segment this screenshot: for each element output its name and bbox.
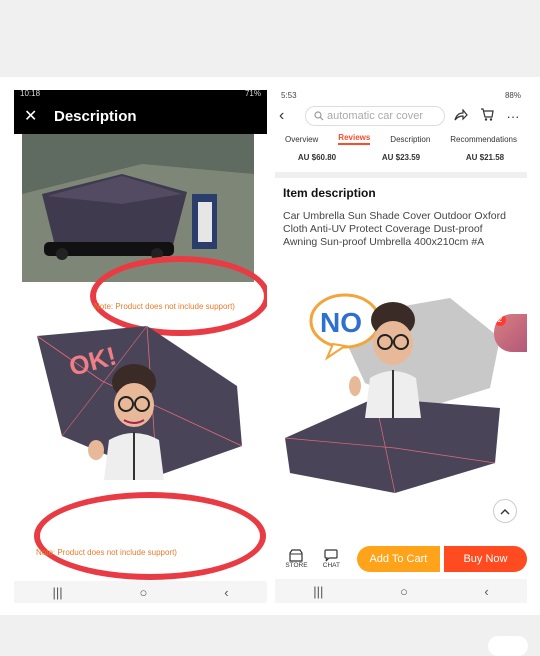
- tab-reviews[interactable]: Reviews: [338, 133, 371, 145]
- description-header: ✕ Description: [14, 98, 267, 134]
- highlight-circle-bottom: [34, 492, 266, 580]
- tab-recommendations[interactable]: Recommendations: [450, 135, 517, 144]
- status-battery: 71%: [244, 90, 261, 98]
- memoji-avatar-icon: [88, 364, 164, 480]
- search-toolbar: ‹ automatic car cover ···: [275, 102, 527, 130]
- status-battery: 88%: [504, 91, 521, 100]
- android-nav-bar: ||| ○ ‹: [14, 581, 267, 603]
- status-time: 10:18: [20, 90, 41, 98]
- recents-nav-icon[interactable]: |||: [313, 584, 323, 599]
- add-to-cart-button[interactable]: Add To Cart: [356, 546, 440, 572]
- home-nav-icon[interactable]: ○: [139, 585, 147, 600]
- umbrella-product-image: NO: [284, 293, 500, 494]
- search-input[interactable]: automatic car cover: [305, 106, 445, 126]
- search-icon: [314, 111, 324, 121]
- floating-chat-avatar[interactable]: 2: [494, 314, 527, 352]
- store-button[interactable]: STORE: [281, 549, 312, 569]
- left-phone-screen: 10:18 71% ✕ Description Note: Product do…: [14, 90, 267, 603]
- status-bar: 10:18 71%: [14, 90, 267, 98]
- store-label: STORE: [285, 562, 308, 569]
- note-text-top: Note: Product does not include support): [94, 302, 235, 311]
- more-options-icon[interactable]: ···: [503, 109, 523, 124]
- item-description-text: Car Umbrella Sun Shade Cover Outdoor Oxf…: [283, 210, 506, 248]
- cart-icon[interactable]: [477, 108, 497, 124]
- highlight-circle-top: [90, 256, 267, 336]
- share-icon[interactable]: [451, 107, 471, 124]
- floating-action-button[interactable]: [488, 636, 528, 656]
- chat-button[interactable]: CHAT: [316, 549, 347, 569]
- home-nav-icon[interactable]: ○: [400, 584, 408, 599]
- no-sticker-text: NO: [320, 307, 362, 338]
- purchase-bar: STORE CHAT Add To Cart Buy Now: [275, 541, 527, 577]
- chat-icon: [324, 549, 338, 562]
- recommendation-prices: AU $60.80 AU $23.59 AU $21.58: [275, 148, 527, 166]
- recents-nav-icon[interactable]: |||: [52, 585, 62, 600]
- status-bar: 5:53 88%: [275, 90, 527, 102]
- note-text-bottom: Note: Product does not include support): [36, 548, 177, 557]
- price-item[interactable]: AU $23.59: [382, 153, 420, 162]
- notification-badge: 2: [494, 314, 506, 326]
- store-icon: [289, 549, 304, 562]
- section-divider: [275, 172, 527, 178]
- scroll-top-button[interactable]: [493, 499, 517, 523]
- tab-description[interactable]: Description: [390, 135, 430, 144]
- right-phone-screen: 5:53 88% ‹ automatic car cover ··· Overv…: [275, 90, 527, 603]
- product-tabs: Overview Reviews Description Recommendat…: [275, 130, 527, 148]
- close-icon[interactable]: ✕: [24, 106, 54, 126]
- chat-label: CHAT: [322, 562, 340, 569]
- price-item[interactable]: AU $21.58: [466, 153, 504, 162]
- tab-overview[interactable]: Overview: [285, 135, 318, 144]
- back-arrow-icon[interactable]: ‹: [279, 107, 299, 125]
- status-time: 5:53: [281, 91, 297, 100]
- page-title: Description: [54, 107, 137, 125]
- screenshot-canvas: 10:18 71% ✕ Description Note: Product do…: [0, 0, 540, 656]
- item-description-heading: Item description: [283, 186, 376, 200]
- price-item[interactable]: AU $60.80: [298, 153, 336, 162]
- buy-now-button[interactable]: Buy Now: [443, 546, 527, 572]
- android-nav-bar: ||| ○ ‹: [275, 579, 527, 603]
- search-placeholder: automatic car cover: [327, 110, 423, 122]
- chevron-up-icon: [500, 508, 510, 514]
- back-nav-icon[interactable]: ‹: [484, 584, 488, 599]
- back-nav-icon[interactable]: ‹: [224, 585, 228, 600]
